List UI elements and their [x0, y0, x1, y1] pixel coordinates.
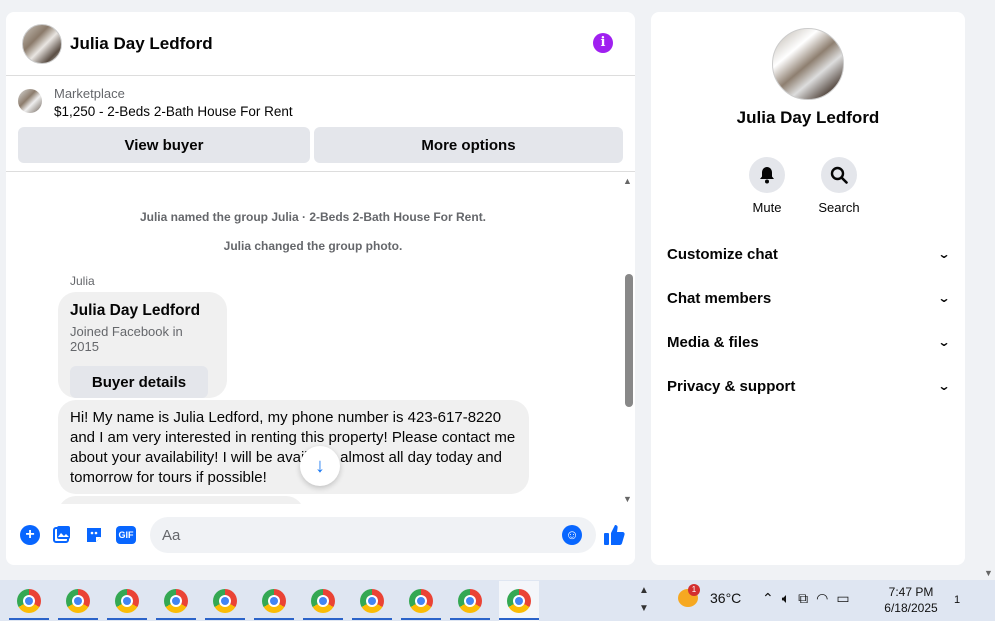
chrome-icon — [213, 588, 237, 613]
weather-temp: 36°C — [710, 590, 742, 606]
scroll-down-arrow-icon[interactable]: ▼ — [984, 568, 993, 578]
section-label: Media & files — [667, 333, 759, 351]
scroll-up-arrow-icon[interactable]: ▲ — [623, 176, 632, 186]
weather-badge: 1 — [688, 584, 700, 596]
notification-icon[interactable]: 1 — [954, 590, 960, 608]
mute-button[interactable]: Mute — [747, 157, 787, 215]
taskbar-chrome-app[interactable] — [9, 581, 49, 621]
thumbs-up-icon[interactable] — [602, 523, 626, 547]
chevron-down-icon: ⌄ — [937, 379, 951, 393]
taskbar-chrome-app-active[interactable] — [499, 580, 539, 621]
taskbar-chrome-app[interactable] — [401, 581, 441, 621]
buyer-details-button[interactable]: Buyer details — [70, 366, 208, 398]
chevron-down-icon: ⌄ — [937, 291, 951, 305]
mute-label: Mute — [752, 200, 782, 215]
chrome-icon — [164, 588, 188, 613]
chrome-icon — [311, 588, 335, 613]
taskbar-chrome-app[interactable] — [107, 581, 147, 621]
message-bubble-partial — [58, 496, 304, 504]
more-options-button[interactable]: More options — [314, 127, 623, 163]
message-list[interactable]: Julia named the group Julia · 2-Beds 2-B… — [6, 174, 635, 504]
taskbar-overflow[interactable]: ▲ ▼ — [639, 582, 649, 618]
chrome-icon — [262, 588, 286, 613]
composer: + GIF ☺ — [6, 517, 635, 553]
listing-title[interactable]: $1,250 - 2-Beds 2-Bath House For Rent — [54, 104, 293, 119]
page-scrollbar[interactable]: ▼ — [981, 0, 995, 580]
conversation-info-panel: Julia Day Ledford Mute Search Customize … — [651, 12, 965, 565]
chevron-down-icon: ⌄ — [937, 247, 951, 261]
chrome-icon — [458, 588, 482, 613]
section-privacy-support[interactable]: Privacy & support ⌄ — [667, 364, 951, 408]
chat-header: Julia Day Ledford i — [6, 12, 635, 76]
plus-icon[interactable]: + — [20, 525, 40, 545]
section-chat-members[interactable]: Chat members ⌄ — [667, 276, 951, 320]
chat-title[interactable]: Julia Day Ledford — [70, 34, 213, 54]
chat-panel: Julia Day Ledford i Marketplace $1,250 -… — [6, 12, 635, 565]
chrome-icon — [360, 588, 384, 613]
message-scrollbar[interactable]: ▲ ▼ — [621, 174, 635, 504]
clock-date: 6/18/2025 — [884, 601, 938, 615]
weather-widget[interactable]: 1 36°C — [678, 584, 742, 607]
chat-avatar[interactable] — [22, 23, 62, 64]
section-customize-chat[interactable]: Customize chat ⌄ — [667, 232, 951, 276]
chevron-down-icon[interactable]: ▼ — [639, 600, 649, 618]
chevron-up-icon[interactable]: ⌃ — [762, 590, 774, 607]
taskbar-chrome-app[interactable] — [58, 581, 98, 621]
taskbar-chrome-app[interactable] — [156, 581, 196, 621]
chevron-up-icon[interactable]: ▲ — [639, 582, 649, 600]
chrome-icon — [66, 588, 90, 613]
info-icon[interactable]: i — [593, 33, 613, 53]
speaker-icon[interactable]: 🔈︎ — [782, 590, 790, 607]
system-message: Julia changed the group photo. — [223, 239, 403, 253]
profile-name[interactable]: Julia Day Ledford — [651, 108, 965, 128]
clock[interactable]: 7:47 PM 6/18/2025 — [880, 584, 942, 616]
listing-thumbnail[interactable] — [18, 89, 42, 113]
buyer-joined: Joined Facebook in 2015 — [70, 324, 183, 354]
bell-icon — [749, 157, 785, 193]
taskbar-chrome-app[interactable] — [254, 581, 294, 621]
arrow-down-icon: ↓ — [315, 455, 325, 477]
gif-icon[interactable]: GIF — [116, 526, 136, 544]
buyer-name: Julia Day Ledford — [70, 302, 201, 319]
image-icon[interactable] — [52, 525, 72, 545]
sticker-icon[interactable] — [84, 525, 104, 545]
taskbar-chrome-app[interactable] — [352, 581, 392, 621]
section-label: Privacy & support — [667, 377, 796, 395]
taskbar-chrome-app[interactable] — [205, 581, 245, 621]
scrollbar-thumb[interactable] — [625, 274, 633, 407]
section-label: Customize chat — [667, 245, 778, 263]
marketplace-banner: Marketplace $1,250 - 2-Beds 2-Bath House… — [6, 76, 635, 172]
buyer-card: Julia Day Ledford Joined Facebook in 201… — [58, 292, 227, 398]
weather-icon: 1 — [678, 584, 700, 607]
profile-avatar[interactable] — [772, 28, 844, 100]
view-buyer-button[interactable]: View buyer — [18, 127, 310, 163]
sender-name: Julia — [70, 274, 95, 288]
chevron-down-icon: ⌄ — [937, 335, 951, 349]
system-message: Julia named the group Julia · 2-Beds 2-B… — [139, 210, 487, 224]
search-icon — [821, 157, 857, 193]
search-label: Search — [818, 200, 860, 215]
notification-count: 1 — [954, 594, 961, 606]
section-label: Chat members — [667, 289, 772, 307]
chrome-icon — [17, 588, 41, 613]
taskbar-chrome-app[interactable] — [303, 581, 343, 621]
scroll-down-arrow-icon[interactable]: ▼ — [623, 494, 632, 504]
message-bubble[interactable]: Hi! My name is Julia Ledford, my phone n… — [58, 400, 529, 494]
system-tray: ⌃ 🔈︎ ⧉ ◠ ▭ — [762, 590, 850, 607]
meet-now-icon[interactable]: ⧉ — [798, 590, 808, 607]
marketplace-label: Marketplace — [54, 86, 125, 101]
search-button[interactable]: Search — [818, 157, 860, 215]
wifi-icon[interactable]: ◠ — [816, 590, 828, 607]
scroll-to-bottom-button[interactable]: ↓ — [300, 446, 340, 486]
chrome-icon — [409, 588, 433, 613]
section-media-files[interactable]: Media & files ⌄ — [667, 320, 951, 364]
chrome-icon — [507, 588, 531, 613]
emoji-icon[interactable]: ☺ — [562, 525, 582, 545]
clock-time: 7:47 PM — [888, 585, 934, 599]
taskbar-chrome-app[interactable] — [450, 581, 490, 621]
chrome-icon — [115, 588, 139, 613]
message-input[interactable] — [150, 517, 596, 553]
taskbar: ▲ ▼ 1 36°C ⌃ 🔈︎ ⧉ ◠ ▭ 7:47 PM 6/18/2025 … — [0, 580, 995, 621]
battery-icon[interactable]: ▭ — [836, 590, 849, 607]
